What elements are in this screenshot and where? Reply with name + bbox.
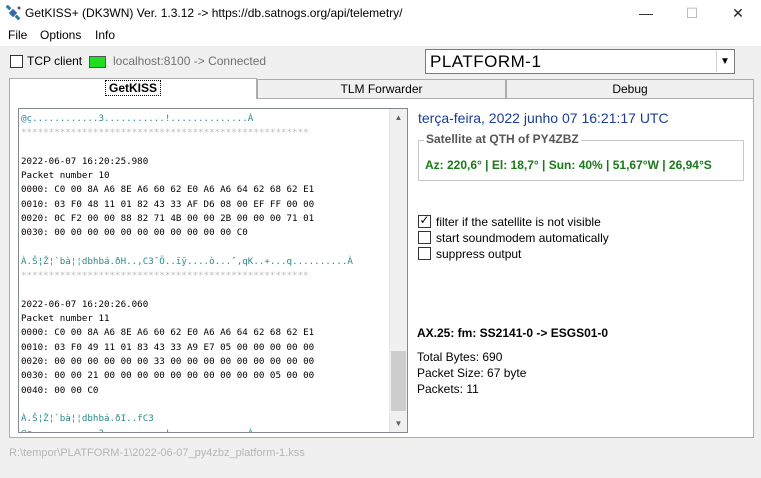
scroll-up-icon[interactable]: ▲ (390, 109, 407, 126)
ax25-header: AX.25: fm: SS2141-0 -> ESGS01-0 (417, 326, 609, 340)
tcp-client-checkbox[interactable] (10, 55, 23, 68)
satellite-app-icon (6, 5, 21, 21)
start-soundmodem-checkbox[interactable] (418, 231, 431, 244)
suppress-output-checkbox[interactable] (418, 247, 431, 260)
connection-status: localhost:8100 -> Connected (113, 54, 267, 68)
checkmark-icon: ✓ (419, 213, 430, 227)
log-line: @ç............3...........!.............… (21, 427, 389, 432)
toolbar: TCP client localhost:8100 -> Connected P… (0, 46, 761, 76)
log-line: 2022-06-07 16:20:25.980 (21, 155, 149, 167)
packet-count: Packets: 11 (417, 382, 479, 396)
satellite-group: Satellite at QTH of PY4ZBZ Az: 220,6° | … (418, 132, 744, 181)
tab-strip: GetKISS TLM Forwarder Debug (9, 78, 754, 99)
window-title: GetKISS+ (DK3WN) Ver. 1.3.12 -> https://… (25, 6, 403, 20)
total-bytes: Total Bytes: 690 (417, 350, 503, 364)
satellite-position: Az: 220,6° | El: 18,7° | Sun: 40% | 51,6… (425, 158, 712, 172)
log-line: ****************************************… (21, 270, 309, 282)
scroll-down-icon[interactable]: ▼ (390, 415, 407, 432)
tab-getkiss[interactable]: GetKISS (9, 78, 257, 99)
log-line: Packet number 11 (21, 313, 110, 325)
filter-visible-label: filter if the satellite is not visible (436, 215, 601, 229)
suppress-output-label: suppress output (436, 247, 522, 261)
log-line: ****************************************… (21, 127, 309, 139)
satellite-group-title: Satellite at QTH of PY4ZBZ (424, 132, 581, 146)
packet-log-lines: @ç............3...........!.............… (21, 112, 389, 432)
log-line: 0030: 00 00 00 00 00 00 00 00 00 00 00 C… (21, 227, 248, 239)
menu-options[interactable]: Options (40, 28, 81, 42)
log-line: 0020: 00 00 00 00 00 00 33 00 00 00 00 0… (21, 356, 315, 368)
tcp-client-label: TCP client (27, 54, 83, 68)
status-file-path: R:\tempor\PLATFORM-1\2022-06-07_py4zbz_p… (9, 447, 305, 459)
connection-led-icon (89, 56, 106, 68)
log-line: 0020: 0C F2 00 00 88 82 71 4B 00 00 2B 0… (21, 213, 315, 225)
log-line: 2022-06-07 16:20:26.060 (21, 298, 149, 310)
tab-tlm-forwarder-label: TLM Forwarder (340, 82, 423, 96)
scrollbar-thumb[interactable] (391, 351, 406, 411)
tab-getkiss-label: GetKISS (104, 80, 161, 96)
log-line: Packet number 10 (21, 170, 110, 182)
log-line: 0000: C0 00 8A A6 8E A6 60 62 E0 A6 A6 6… (21, 327, 315, 339)
tab-tlm-forwarder[interactable]: TLM Forwarder (257, 79, 506, 98)
chevron-down-icon[interactable]: ▼ (716, 51, 733, 72)
menu-bar: File Options Info (0, 27, 761, 46)
log-line: @ç............3...........!.............… (21, 113, 254, 124)
log-line: À.Š¦Ž¦`bà¦¦dbhbá.ðI..fC3 (21, 413, 154, 425)
log-line: 0030: 00 00 21 00 00 00 00 00 00 00 00 0… (21, 370, 315, 382)
tab-debug[interactable]: Debug (506, 79, 754, 98)
start-soundmodem-label: start soundmodem automatically (436, 231, 609, 245)
platform-select-value: PLATFORM-1 (430, 52, 542, 71)
tab-debug-label: Debug (612, 82, 648, 96)
log-line: 0040: 00 00 C0 (21, 384, 99, 396)
log-line: 0010: 03 F0 49 11 01 83 43 33 A9 E7 05 0… (21, 341, 315, 353)
platform-select[interactable]: PLATFORM-1 ▼ (425, 49, 735, 74)
menu-info[interactable]: Info (95, 28, 115, 42)
log-line: À.Š¦Ž¦`bà¦¦dbhbá.ðH..,C3¯Ö..ïÿ....ò...ˆ,… (21, 255, 353, 267)
title-bar: GetKISS+ (DK3WN) Ver. 1.3.12 -> https://… (0, 0, 761, 27)
close-button[interactable]: ✕ (715, 0, 761, 27)
log-line: 0000: C0 00 8A A6 8E A6 60 62 E0 A6 A6 6… (21, 184, 315, 196)
maximize-button[interactable]: ☐ (669, 0, 715, 27)
packet-size: Packet Size: 67 byte (417, 366, 527, 380)
packet-log[interactable]: @ç............3...........!.............… (18, 108, 408, 433)
log-scrollbar[interactable]: ▲ ▼ (389, 109, 407, 432)
menu-file[interactable]: File (8, 28, 27, 42)
filter-visible-checkbox[interactable]: ✓ (418, 213, 431, 228)
current-datetime: terça-feira, 2022 junho 07 16:21:17 UTC (418, 110, 669, 126)
minimize-button[interactable]: — (623, 0, 669, 27)
log-line: 0010: 03 F0 48 11 01 82 43 33 AF D6 08 0… (21, 198, 315, 210)
